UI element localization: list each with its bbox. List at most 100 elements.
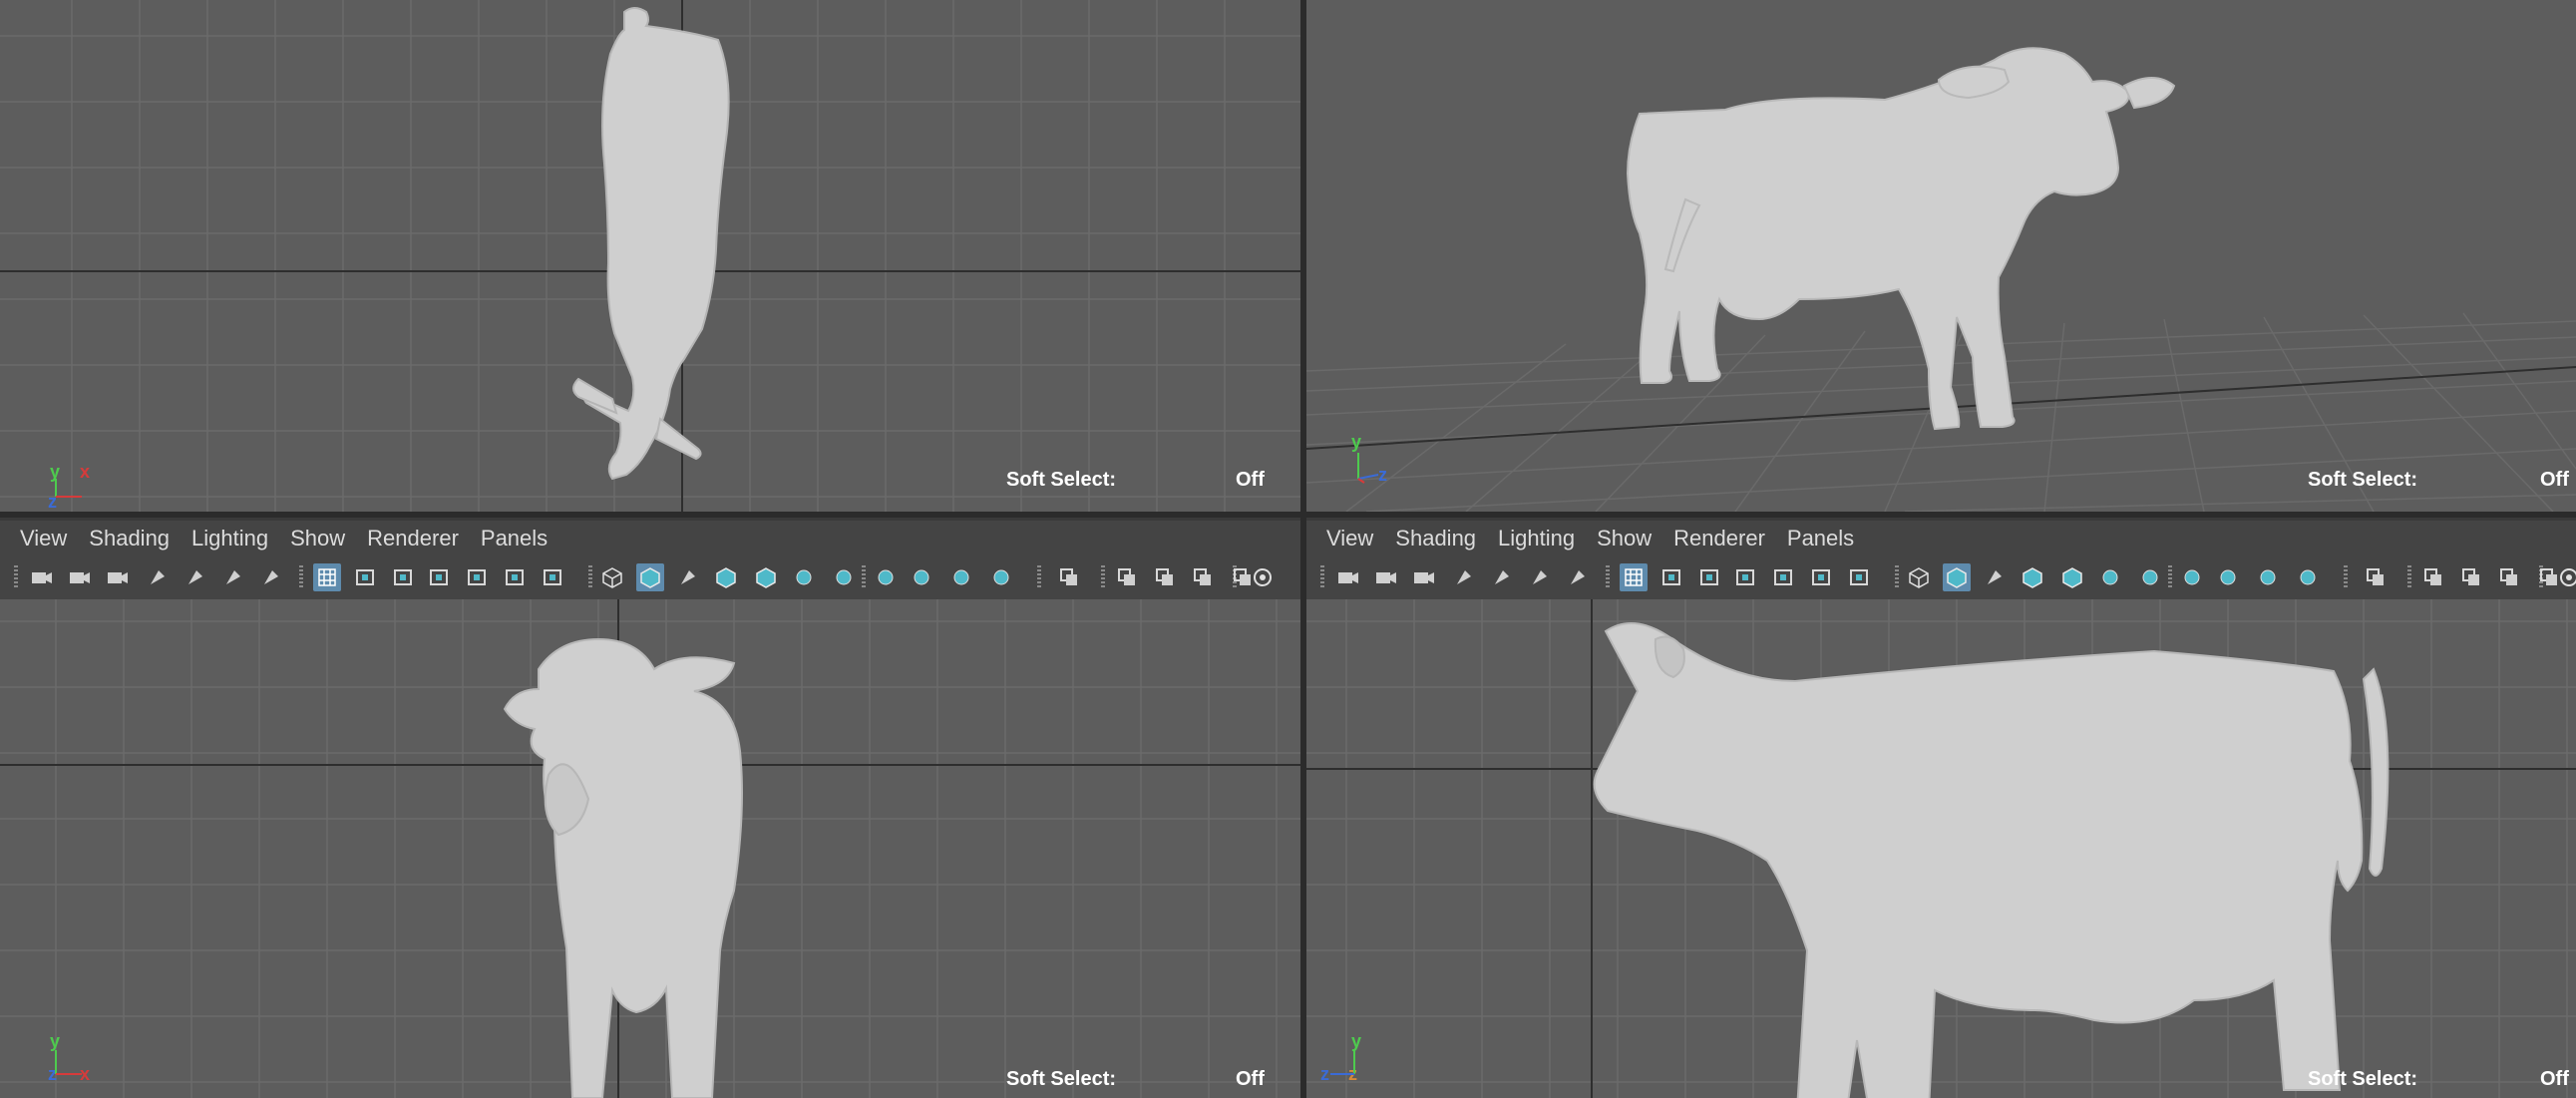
toolbar-separator[interactable] (2168, 565, 2172, 589)
wireframe-icon[interactable] (1905, 563, 1933, 591)
resolution-gate-icon[interactable] (1695, 563, 1723, 591)
field-chart-icon[interactable] (463, 563, 491, 591)
menu-lighting[interactable]: Lighting (191, 526, 268, 551)
axis-gizmo (55, 479, 82, 498)
textured-icon[interactable] (752, 563, 780, 591)
screen-space-ao-icon[interactable] (2178, 563, 2206, 591)
panel-toolbar-right (1306, 555, 2576, 599)
grease-pencil-icon[interactable] (257, 563, 285, 591)
xray-active-icon[interactable] (2495, 563, 2523, 591)
wireframe-on-shaded-icon[interactable] (712, 563, 740, 591)
use-all-lights-icon[interactable] (2096, 563, 2124, 591)
menu-panels[interactable]: Panels (1787, 526, 1854, 551)
toolbar-separator[interactable] (1101, 565, 1105, 589)
viewport-persp[interactable]: y z Soft Select: Off (1306, 0, 2576, 512)
toolbar-separator[interactable] (588, 565, 592, 589)
isolate-select-icon[interactable] (1055, 563, 1083, 591)
gate-mask-icon[interactable] (1731, 563, 1759, 591)
soft-select-value: Off (2540, 1068, 2569, 1090)
menu-view[interactable]: View (1326, 526, 1373, 551)
toolbar-separator[interactable] (2407, 565, 2411, 589)
cow-model-side (1593, 622, 2390, 1098)
camera-icon[interactable] (28, 563, 56, 591)
2d-pan-zoom-icon[interactable] (1526, 563, 1554, 591)
2d-pan-zoom-icon[interactable] (219, 563, 247, 591)
xray-joints-icon[interactable] (2457, 563, 2485, 591)
soft-select-value: Off (1236, 469, 1265, 491)
viewport-grid (1306, 47, 2576, 512)
use-all-lights-icon[interactable] (790, 563, 818, 591)
toolbar-separator[interactable] (1037, 565, 1041, 589)
resolution-gate-icon[interactable] (389, 563, 417, 591)
depth-of-field-icon[interactable] (2294, 563, 2322, 591)
menu-shading[interactable]: Shading (1395, 526, 1476, 551)
isolate-select-icon[interactable] (2362, 563, 2390, 591)
screen-space-ao-icon[interactable] (872, 563, 900, 591)
grid-icon[interactable] (313, 563, 341, 591)
default-material-icon[interactable] (1981, 563, 2009, 591)
toolbar-separator[interactable] (1606, 565, 1610, 589)
anti-alias-icon[interactable] (2254, 563, 2282, 591)
soft-select-value: Off (1236, 1068, 1265, 1090)
menu-show[interactable]: Show (290, 526, 345, 551)
default-material-icon[interactable] (674, 563, 702, 591)
menu-renderer[interactable]: Renderer (1673, 526, 1765, 551)
depth-of-field-icon[interactable] (987, 563, 1015, 591)
smooth-shade-icon[interactable] (636, 563, 664, 591)
menu-lighting[interactable]: Lighting (1498, 526, 1575, 551)
film-gate-icon[interactable] (1657, 563, 1685, 591)
camera-lock-icon[interactable] (1372, 563, 1400, 591)
toolbar-separator[interactable] (1895, 565, 1899, 589)
film-gate-icon[interactable] (351, 563, 379, 591)
gate-mask-icon[interactable] (425, 563, 453, 591)
xray-active-icon[interactable] (1189, 563, 1217, 591)
motion-blur-icon[interactable] (2214, 563, 2242, 591)
axis-gizmo (1330, 1050, 1355, 1075)
textured-icon[interactable] (2058, 563, 2086, 591)
menu-panels[interactable]: Panels (481, 526, 548, 551)
toolbar-separator[interactable] (14, 565, 18, 589)
viewport-top[interactable]: y x z Soft Select: Off (0, 0, 1300, 512)
camera-attributes-icon[interactable] (1410, 563, 1438, 591)
xray-icon[interactable] (2419, 563, 2447, 591)
viewport-front[interactable]: y z x Soft Select: Off (0, 599, 1300, 1098)
bookmark-icon[interactable] (1450, 563, 1478, 591)
menu-shading[interactable]: Shading (89, 526, 170, 551)
xray-joints-icon[interactable] (1151, 563, 1179, 591)
panel-menubar-left: View Shading Lighting Show Renderer Pane… (0, 521, 1300, 555)
soft-select-label: Soft Select: (2308, 469, 2418, 491)
menu-show[interactable]: Show (1597, 526, 1652, 551)
toolbar-separator[interactable] (299, 565, 303, 589)
smooth-shade-icon[interactable] (1943, 563, 1971, 591)
toolbar-separator[interactable] (862, 565, 866, 589)
field-chart-icon[interactable] (1769, 563, 1797, 591)
safe-title-icon[interactable] (539, 563, 566, 591)
shadows-icon[interactable] (2136, 563, 2164, 591)
camera-lock-icon[interactable] (66, 563, 94, 591)
wireframe-icon[interactable] (598, 563, 626, 591)
motion-blur-icon[interactable] (908, 563, 935, 591)
exposure-icon[interactable] (2555, 563, 2576, 591)
bookmark-icon[interactable] (144, 563, 172, 591)
menu-renderer[interactable]: Renderer (367, 526, 459, 551)
image-plane-icon[interactable] (182, 563, 209, 591)
viewport-divider[interactable] (0, 512, 2576, 518)
safe-title-icon[interactable] (1845, 563, 1873, 591)
menu-view[interactable]: View (20, 526, 67, 551)
wireframe-on-shaded-icon[interactable] (2019, 563, 2046, 591)
toolbar-separator[interactable] (1320, 565, 1324, 589)
viewport-side[interactable]: y z z Soft Select: Off (1306, 599, 2576, 1098)
anti-alias-icon[interactable] (947, 563, 975, 591)
safe-action-icon[interactable] (501, 563, 529, 591)
grease-pencil-icon[interactable] (1564, 563, 1592, 591)
exposure-icon[interactable] (1249, 563, 1277, 591)
shadows-icon[interactable] (830, 563, 858, 591)
image-plane-icon[interactable] (1488, 563, 1516, 591)
toolbar-separator[interactable] (2344, 565, 2348, 589)
camera-attributes-icon[interactable] (104, 563, 132, 591)
camera-icon[interactable] (1334, 563, 1362, 591)
safe-action-icon[interactable] (1807, 563, 1835, 591)
viewport-grid (1306, 599, 2576, 1098)
grid-icon[interactable] (1620, 563, 1648, 591)
xray-icon[interactable] (1113, 563, 1141, 591)
